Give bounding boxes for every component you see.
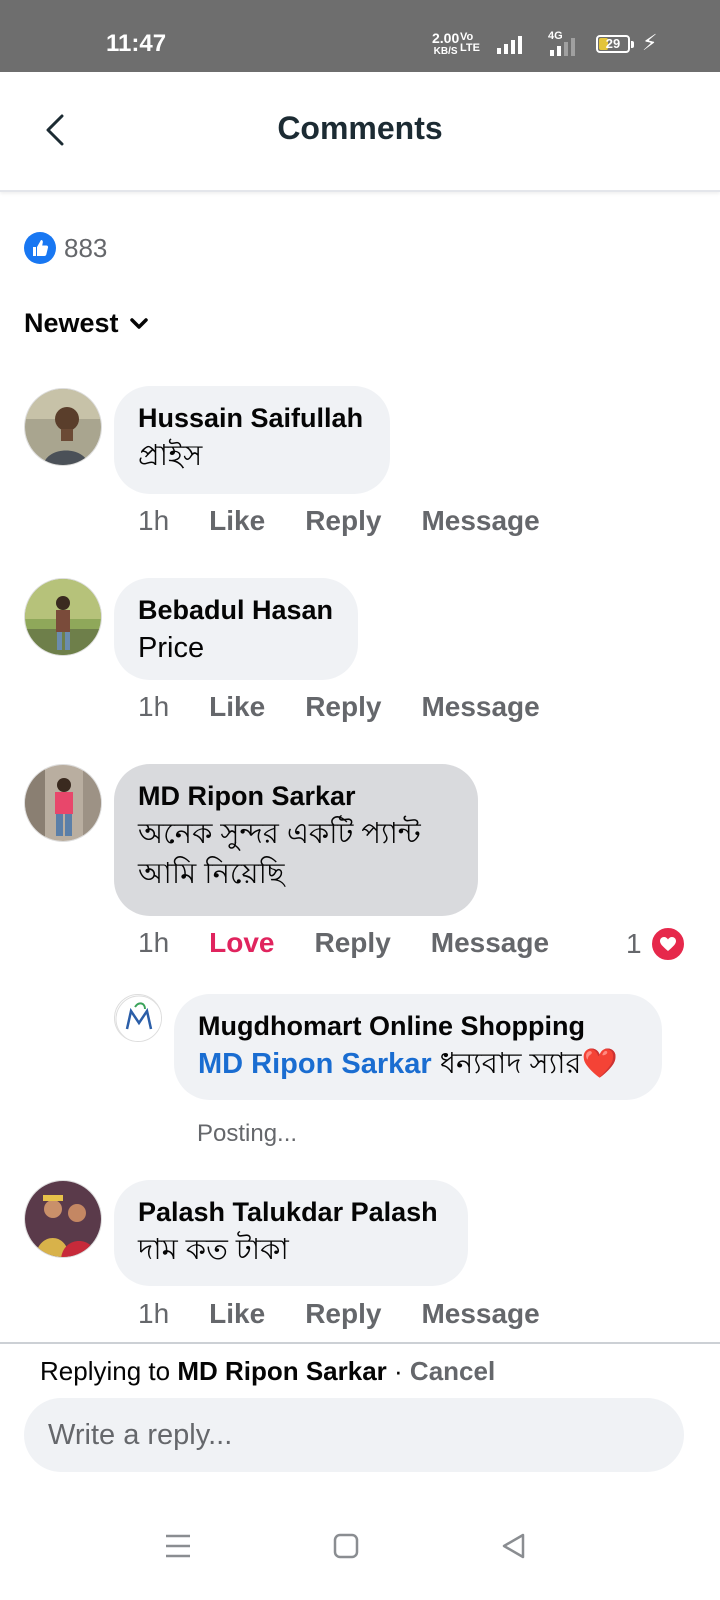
reply-composer: Replying to MD Ripon Sarkar · Cancel: [0, 1342, 720, 1504]
signal-2-icon: [550, 36, 575, 56]
reply-button[interactable]: Reply: [305, 691, 381, 723]
like-button[interactable]: Like: [209, 505, 265, 537]
chevron-down-icon: [129, 317, 148, 329]
reply-mention[interactable]: MD Ripon Sarkar: [198, 1048, 432, 1080]
message-button[interactable]: Message: [421, 505, 539, 537]
comment-reaction-count[interactable]: 1: [626, 926, 686, 962]
comment-text: Price: [138, 632, 205, 664]
posting-status: Posting...: [197, 1120, 298, 1147]
header: Comments: [0, 72, 720, 192]
page-title: Comments: [277, 110, 443, 146]
comment-time: 1h: [138, 1298, 170, 1329]
speed-unit: KB/S: [433, 46, 458, 57]
comment-author[interactable]: Bebadul Hasan: [138, 592, 334, 628]
status-time: 11:47: [106, 30, 167, 57]
sort-dropdown[interactable]: Newest: [24, 308, 149, 339]
love-reaction-button[interactable]: Love: [209, 927, 274, 959]
reply-text: MD Ripon Sarkar ধন্যবাদ স্যার❤️: [198, 1044, 638, 1084]
replying-separator: ·: [386, 1356, 410, 1386]
comment-author[interactable]: MD Ripon Sarkar: [138, 778, 454, 814]
comment-bubble[interactable]: Bebadul Hasan Price: [114, 578, 358, 680]
battery-level: 29: [605, 36, 621, 51]
cancel-reply-button[interactable]: Cancel: [410, 1356, 495, 1386]
comment-bubble[interactable]: Palash Talukdar Palash দাম কত টাকা: [114, 1180, 468, 1286]
avatar[interactable]: [24, 388, 102, 466]
like-button[interactable]: Like: [209, 1298, 265, 1330]
comment-time: 1h: [138, 505, 170, 536]
reply-button[interactable]: Reply: [315, 927, 391, 959]
avatar[interactable]: [24, 578, 102, 656]
volte-indicator: Vo LTE: [460, 32, 480, 54]
sort-label: Newest: [24, 308, 119, 338]
page-avatar[interactable]: [114, 994, 162, 1042]
signal-icon: [497, 34, 522, 54]
comment-bubble[interactable]: Hussain Saifullah প্রাইস: [114, 386, 390, 494]
comment-actions: 1h Like Reply Message: [138, 1298, 580, 1330]
comment-author[interactable]: Hussain Saifullah: [138, 400, 366, 436]
reply-body: ধন্যবাদ স্যার: [431, 1048, 582, 1080]
comment-bubble-selected[interactable]: MD Ripon Sarkar অনেক সুন্দর একটি প্যান্ট…: [114, 764, 478, 916]
network-speed: 2.00 KB/S: [432, 30, 460, 58]
reaction-summary[interactable]: 883: [24, 232, 107, 264]
avatar[interactable]: [24, 764, 102, 842]
status-bar: 11:47 2.00 KB/S Vo LTE 4G 29 ⚡︎: [0, 0, 720, 72]
comment-author[interactable]: Palash Talukdar Palash: [138, 1194, 444, 1230]
comment-text-line-2: আমি নিয়েছি: [138, 858, 285, 890]
heart-icon: [649, 926, 686, 962]
replying-name: MD Ripon Sarkar: [177, 1356, 387, 1386]
like-button[interactable]: Like: [209, 691, 265, 723]
comment-text-line-1: অনেক সুন্দর একটি প্যান্ট: [138, 818, 421, 850]
volte-bottom: LTE: [460, 42, 480, 54]
system-nav-bar: [0, 1502, 720, 1600]
avatar[interactable]: [24, 1180, 102, 1258]
reply-input[interactable]: [24, 1398, 684, 1472]
comment-actions: 1h Like Reply Message: [138, 505, 580, 537]
message-button[interactable]: Message: [421, 691, 539, 723]
battery-icon: 29: [596, 35, 634, 53]
comment-text: প্রাইস: [138, 440, 203, 472]
reaction-count: 883: [64, 232, 108, 263]
comment-time: 1h: [138, 691, 170, 722]
menu-icon[interactable]: [158, 1526, 198, 1566]
thumbs-up-icon: [24, 232, 56, 264]
replying-to-banner: Replying to MD Ripon Sarkar · Cancel: [40, 1356, 495, 1387]
replying-prefix: Replying to: [40, 1356, 178, 1386]
heart-emoji-icon: ❤️: [581, 1048, 618, 1080]
home-square-icon[interactable]: [326, 1526, 366, 1566]
comment-time: 1h: [138, 927, 170, 958]
reply-bubble[interactable]: Mugdhomart Online Shopping MD Ripon Sark…: [174, 994, 662, 1100]
reply-author[interactable]: Mugdhomart Online Shopping: [198, 1008, 638, 1044]
reply-button[interactable]: Reply: [305, 505, 381, 537]
reaction-number: 1: [626, 928, 642, 959]
message-button[interactable]: Message: [421, 1298, 539, 1330]
back-triangle-icon[interactable]: [494, 1526, 534, 1566]
comment-actions: 1h Love Reply Message: [138, 927, 589, 959]
message-button[interactable]: Message: [431, 927, 549, 959]
comment-text: দাম কত টাকা: [138, 1234, 289, 1266]
comment-actions: 1h Like Reply Message: [138, 691, 580, 723]
reply-button[interactable]: Reply: [305, 1298, 381, 1330]
charging-icon: ⚡︎: [642, 30, 658, 55]
speed-value: 2.00: [432, 30, 460, 46]
